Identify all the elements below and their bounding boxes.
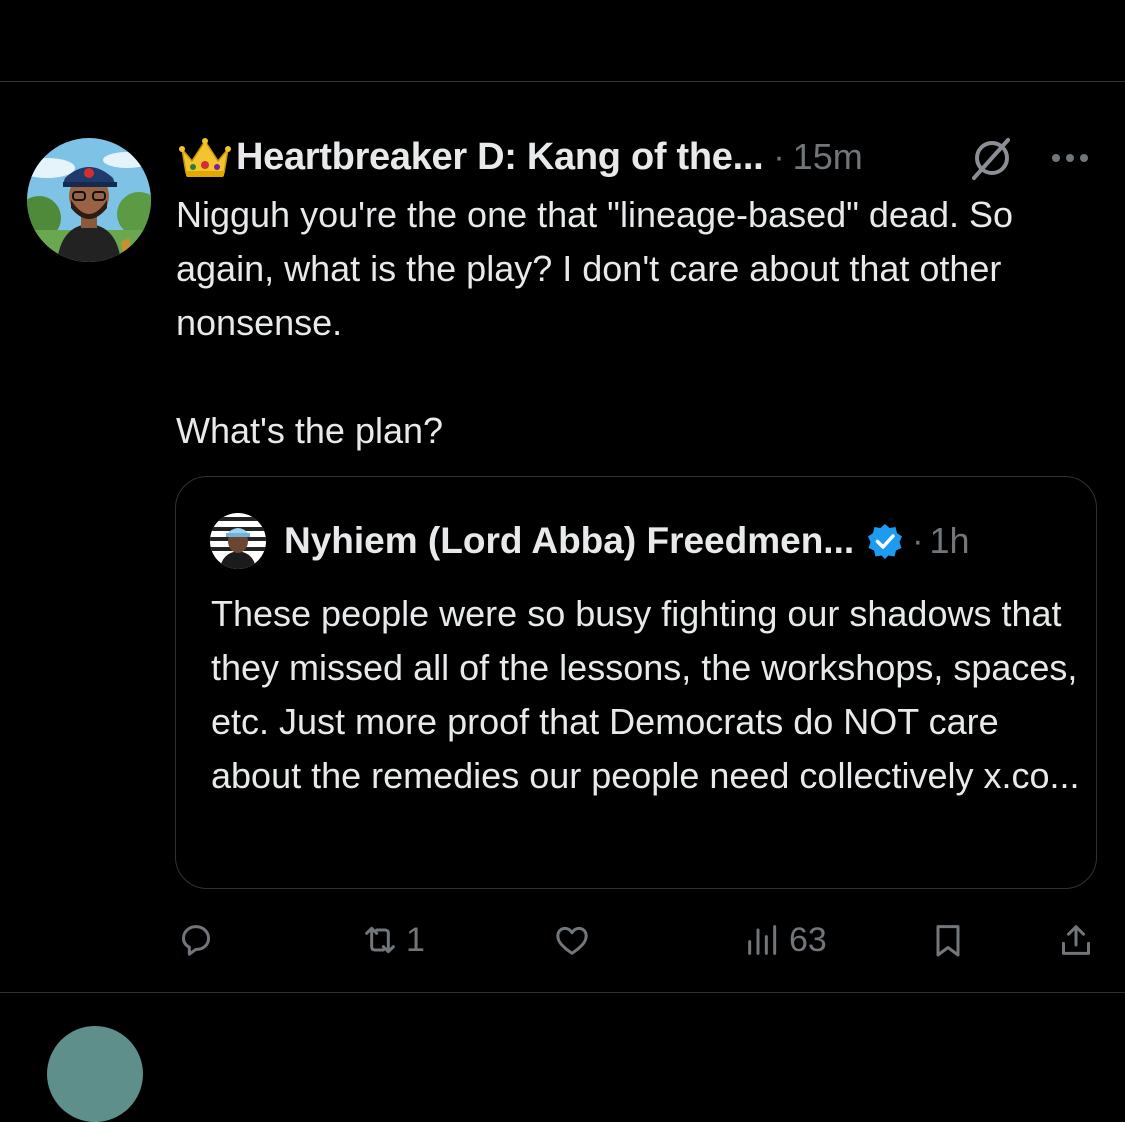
bookmark-button[interactable]: [928, 912, 968, 968]
quoted-timestamp[interactable]: 1h: [929, 520, 969, 562]
repost-button[interactable]: 1: [360, 912, 425, 968]
share-button[interactable]: [1056, 912, 1096, 968]
verified-icon: [868, 524, 903, 559]
more-icon[interactable]: [1048, 140, 1092, 176]
author-name[interactable]: Heartbreaker D: Kang of the...: [236, 136, 764, 179]
quoted-tweet-body: These people were so busy fighting our s…: [211, 593, 1080, 796]
reply-icon: [182, 925, 210, 956]
bookmark-icon: [936, 925, 960, 957]
quoted-tweet-header: Nyhiem (Lord Abba) Freedmen... · 1h: [210, 513, 970, 569]
tweet-timestamp[interactable]: 15m: [793, 136, 863, 178]
views-count: 63: [789, 920, 827, 959]
header-separator: ·: [773, 137, 785, 176]
quoted-tweet-card[interactable]: Nyhiem (Lord Abba) Freedmen... · 1h Thes…: [175, 476, 1097, 889]
quoted-author-name[interactable]: Nyhiem (Lord Abba) Freedmen...: [284, 520, 854, 562]
like-button[interactable]: [552, 912, 598, 968]
tweet-paragraph: What's the plan?: [176, 410, 444, 451]
reply-button[interactable]: [176, 912, 222, 968]
repost-icon: [365, 926, 395, 954]
next-tweet-avatar[interactable]: [47, 1026, 143, 1122]
views-button[interactable]: 63: [743, 912, 827, 968]
tweet-paragraph: Nigguh you're the one that "lineage-base…: [176, 194, 1014, 343]
quoted-author-avatar: [210, 513, 266, 569]
tweet-header: Heartbreaker D: Kang of the... · 15m: [178, 132, 1108, 182]
views-icon: [748, 925, 777, 955]
tweet-actions: 1 63: [0, 912, 1125, 968]
share-icon: [1062, 925, 1090, 955]
grok-icon[interactable]: [968, 134, 1016, 182]
tweet-body: Nigguh you're the one that "lineage-base…: [176, 188, 1076, 458]
like-icon: [556, 926, 588, 955]
author-avatar[interactable]: [27, 138, 151, 262]
bottom-divider: [0, 992, 1125, 993]
top-divider: [0, 81, 1125, 82]
crown-icon: [179, 138, 231, 177]
quoted-header-separator: ·: [912, 521, 924, 560]
repost-count: 1: [406, 920, 425, 959]
